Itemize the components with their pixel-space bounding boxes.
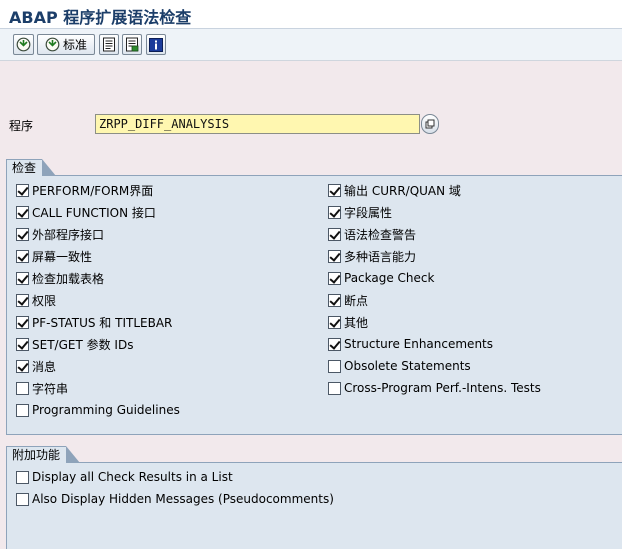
value-help-icon xyxy=(425,119,435,129)
check-obsolete-statements[interactable]: Obsolete Statements xyxy=(328,358,471,374)
check-set-get-params[interactable]: SET/GET 参数 IDs xyxy=(16,336,133,352)
checkbox[interactable] xyxy=(328,381,341,395)
list-display-button[interactable] xyxy=(99,34,119,55)
check-external-program[interactable]: 外部程序接口 xyxy=(16,226,104,242)
list-display-icon xyxy=(103,37,115,52)
application-toolbar: 标准 xyxy=(0,29,622,61)
checkbox[interactable] xyxy=(16,271,29,285)
checkbox[interactable] xyxy=(16,293,29,307)
check-messages[interactable]: 消息 xyxy=(16,358,56,374)
checkbox[interactable] xyxy=(328,359,341,373)
additional-functions-group-title: 附加功能 xyxy=(6,446,81,463)
check-syntax-warnings[interactable]: 语法检查警告 xyxy=(328,226,416,242)
check-field-attributes[interactable]: 字段属性 xyxy=(328,204,392,220)
info-icon xyxy=(149,37,163,52)
check-load-tables[interactable]: 检查加载表格 xyxy=(16,270,104,286)
check-display-hidden-messages[interactable]: Also Display Hidden Messages (Pseudocomm… xyxy=(16,491,334,507)
checkbox[interactable] xyxy=(328,337,341,351)
checkbox[interactable] xyxy=(16,183,29,197)
check-package[interactable]: Package Check xyxy=(328,270,434,286)
check-other[interactable]: 其他 xyxy=(328,314,368,330)
program-label: 程序 xyxy=(9,119,34,133)
checkbox[interactable] xyxy=(328,249,341,263)
check-breakpoints[interactable]: 断点 xyxy=(328,292,368,308)
checkbox[interactable] xyxy=(328,205,341,219)
checkbox[interactable] xyxy=(16,403,29,417)
selection-screen: 程序 ZRPP_DIFF_ANALYSIS 检查 PERFORM/FORM界面 … xyxy=(0,62,622,549)
standard-label: 标准 xyxy=(62,38,87,52)
checkbox[interactable] xyxy=(328,183,341,197)
check-cross-program-perf[interactable]: Cross-Program Perf.-Intens. Tests xyxy=(328,380,541,396)
checkbox[interactable] xyxy=(328,227,341,241)
check-output-curr-quan[interactable]: 输出 CURR/QUAN 域 xyxy=(328,182,461,198)
title-bar: ABAP 程序扩展语法检查 xyxy=(0,0,622,29)
checks-group-title: 检查 xyxy=(6,159,57,176)
checkbox[interactable] xyxy=(16,205,29,219)
check-call-function[interactable]: CALL FUNCTION 接口 xyxy=(16,204,156,220)
program-input[interactable]: ZRPP_DIFF_ANALYSIS xyxy=(95,114,420,134)
checkbox[interactable] xyxy=(16,359,29,373)
checkbox[interactable] xyxy=(16,492,29,506)
check-screen-consistency[interactable]: 屏幕一致性 xyxy=(16,248,92,264)
execute-variant-icon xyxy=(45,37,60,52)
checkbox[interactable] xyxy=(328,315,341,329)
check-strings[interactable]: 字符串 xyxy=(16,380,68,396)
list-settings-icon xyxy=(126,37,139,52)
checks-group: 检查 PERFORM/FORM界面 CALL FUNCTION 接口 外部程序接… xyxy=(6,159,622,435)
check-authorization[interactable]: 权限 xyxy=(16,292,56,308)
checkbox[interactable] xyxy=(16,227,29,241)
additional-functions-group: 附加功能 Display all Check Results in a List… xyxy=(6,446,622,549)
checkbox[interactable] xyxy=(328,271,341,285)
information-button[interactable] xyxy=(146,34,166,55)
page-title: ABAP 程序扩展语法检查 xyxy=(9,8,192,27)
checkbox[interactable] xyxy=(16,249,29,263)
checkbox[interactable] xyxy=(328,293,341,307)
check-display-all-results[interactable]: Display all Check Results in a List xyxy=(16,469,233,485)
check-perform-form[interactable]: PERFORM/FORM界面 xyxy=(16,182,153,198)
checkbox[interactable] xyxy=(16,470,29,484)
check-structure-enhancements[interactable]: Structure Enhancements xyxy=(328,336,493,352)
checkbox[interactable] xyxy=(16,315,29,329)
execute-button[interactable] xyxy=(13,34,34,55)
standard-variant-button[interactable]: 标准 xyxy=(37,34,95,55)
execute-icon xyxy=(16,37,31,52)
checkbox[interactable] xyxy=(16,381,29,395)
check-multilanguage[interactable]: 多种语言能力 xyxy=(328,248,416,264)
program-value-help-button[interactable] xyxy=(421,114,439,134)
check-programming-guidelines[interactable]: Programming Guidelines xyxy=(16,402,180,418)
check-pf-status[interactable]: PF-STATUS 和 TITLEBAR xyxy=(16,314,172,330)
list-settings-button[interactable] xyxy=(122,34,142,55)
checkbox[interactable] xyxy=(16,337,29,351)
